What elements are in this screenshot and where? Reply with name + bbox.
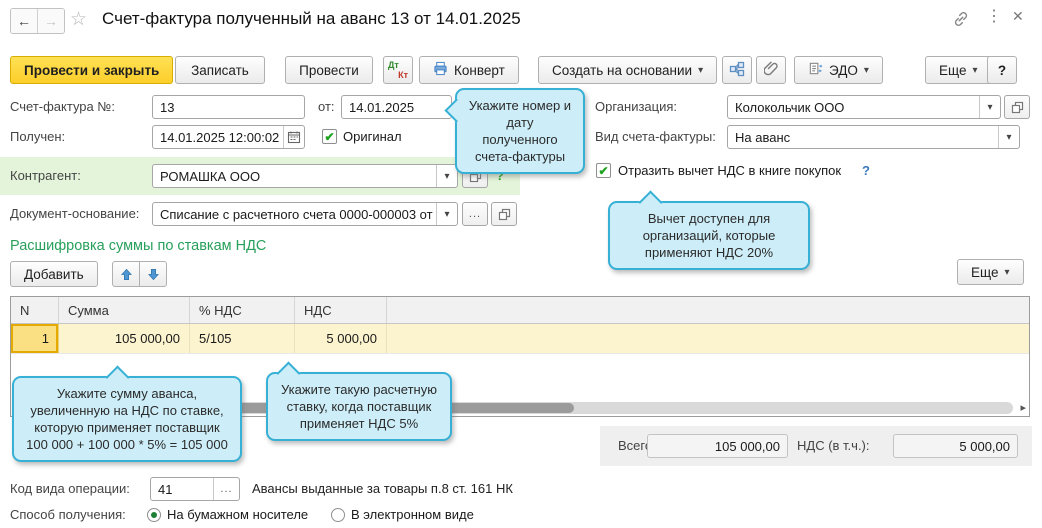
col-header-amount[interactable]: Сумма (59, 297, 190, 323)
toolbar-more-button[interactable]: Еще ▾ (925, 56, 992, 84)
chevron-down-icon: ▾ (972, 64, 978, 76)
reflect-deduction-checkbox[interactable]: ✔ (596, 163, 611, 178)
post-button[interactable]: Провести (285, 56, 373, 84)
chevron-down-icon[interactable]: ▾ (998, 126, 1019, 148)
choose-icon[interactable]: ... (213, 478, 239, 500)
create-based-on-button[interactable]: Создать на основании ▾ (538, 56, 718, 84)
radio-electronic-label: В электронном виде (351, 507, 474, 522)
chevron-down-icon: ▾ (698, 64, 704, 76)
base-document-select[interactable]: Списание с расчетного счета 0000-000003 … (152, 202, 458, 226)
operation-code-label: Код вида операции: (10, 481, 130, 496)
close-icon[interactable]: ✕ (1012, 8, 1024, 25)
callout-deduction: Вычет доступен для организаций, которые … (608, 190, 810, 270)
get-link-icon[interactable] (952, 10, 970, 31)
invoice-kind-label: Вид счета-фактуры: (595, 129, 716, 144)
edo-button[interactable]: ЭДО ▾ (794, 56, 883, 84)
envelope-print-button[interactable]: Конверт (419, 56, 519, 84)
related-documents-button[interactable] (722, 56, 752, 84)
dtkt-icon: Дт Кт (388, 60, 408, 80)
move-up-button[interactable] (112, 261, 140, 287)
scroll-right-icon[interactable]: ▸ (1020, 402, 1026, 414)
contractor-label: Контрагент: (10, 168, 81, 183)
back-icon[interactable]: ← (11, 9, 38, 33)
original-checkbox[interactable]: ✔ (322, 129, 337, 144)
attachments-button[interactable] (756, 56, 786, 84)
dtkt-button[interactable]: Дт Кт (383, 56, 413, 84)
chevron-down-icon: ▾ (863, 64, 869, 76)
arrow-up-icon (120, 268, 132, 280)
invoice-date-input[interactable]: 14.01.2025 (341, 95, 452, 119)
invoice-number-input[interactable]: 13 (152, 95, 305, 119)
reflect-deduction-help-link[interactable]: ? (862, 159, 870, 183)
invoice-kind-select[interactable]: На аванс ▾ (727, 125, 1020, 149)
callout-amount: Укажите сумму аванса, увеличенную на НДС… (12, 365, 242, 462)
col-header-rate[interactable]: % НДС (190, 297, 295, 323)
col-header-filler (387, 297, 1029, 323)
cell-vat[interactable]: 5 000,00 (295, 324, 387, 353)
total-value: 105 000,00 (647, 434, 788, 458)
original-checkbox-label: Оригинал (343, 129, 402, 144)
cell-rate[interactable]: 5/105 (190, 324, 295, 353)
cell-filler (387, 324, 1029, 353)
base-document-open-button[interactable] (491, 202, 517, 226)
table-more-button[interactable]: Еще ▾ (957, 259, 1024, 285)
radio-paper[interactable] (147, 508, 161, 522)
page-title: Счет-фактура полученный на аванс 13 от 1… (102, 9, 521, 28)
vat-section-title: Расшифровка суммы по ставкам НДС (10, 238, 267, 254)
chevron-down-icon[interactable]: ▾ (979, 96, 1000, 118)
open-icon (498, 208, 510, 220)
col-header-n[interactable]: N (11, 297, 59, 323)
cell-n[interactable]: 1 (11, 324, 59, 353)
callout-rate: Укажите такую расчетную ставку, когда по… (266, 361, 452, 441)
chevron-down-icon[interactable]: ▾ (436, 165, 457, 187)
operation-code-input[interactable]: 41 ... (150, 477, 240, 501)
organization-select[interactable]: Колокольчик ООО ▾ (727, 95, 1001, 119)
forward-icon[interactable]: → (38, 9, 64, 33)
received-label: Получен: (10, 129, 66, 144)
arrow-down-icon (147, 268, 159, 280)
radio-paper-label: На бумажном носителе (167, 507, 309, 522)
chevron-down-icon: ▾ (1004, 266, 1010, 278)
move-down-button[interactable] (139, 261, 167, 287)
reflect-deduction-label: Отразить вычет НДС в книге покупок (618, 163, 842, 178)
edo-icon (808, 61, 823, 79)
from-label: от: (318, 99, 335, 114)
receipt-method-label: Способ получения: (10, 507, 126, 522)
base-document-choose-button[interactable]: ... (462, 202, 488, 226)
organization-label: Организация: (595, 99, 678, 114)
paperclip-icon (763, 61, 778, 80)
vat-total-value: 5 000,00 (893, 434, 1018, 458)
organization-open-button[interactable] (1004, 95, 1030, 119)
vat-total-label: НДС (в т.ч.): (797, 438, 870, 453)
chevron-down-icon[interactable]: ▾ (436, 203, 457, 225)
invoice-number-label: Счет-фактура №: (10, 99, 115, 114)
save-button[interactable]: Записать (175, 56, 265, 84)
col-header-vat[interactable]: НДС (295, 297, 387, 323)
contractor-select[interactable]: РОМАШКА ООО ▾ (152, 164, 458, 188)
callout-number-date: Укажите номер и дату полученного счета-ф… (444, 88, 585, 174)
add-row-button[interactable]: Добавить (10, 261, 98, 287)
table-row[interactable]: 1 105 000,00 5/105 5 000,00 (11, 324, 1029, 354)
window-menu-icon[interactable]: ⋮ (986, 6, 1002, 26)
open-icon (1011, 101, 1023, 113)
vat-table-header: N Сумма % НДС НДС (11, 297, 1029, 324)
help-button[interactable]: ? (987, 56, 1017, 84)
received-datetime-input[interactable]: 14.01.2025 12:00:02 (152, 125, 305, 149)
nav-history-group[interactable]: ← → (10, 8, 65, 34)
base-document-label: Документ-основание: (10, 206, 140, 221)
radio-electronic[interactable] (331, 508, 345, 522)
printer-icon (433, 61, 448, 79)
operation-code-description: Авансы выданные за товары п.8 ст. 161 НК (252, 481, 513, 496)
cell-amount[interactable]: 105 000,00 (59, 324, 190, 353)
structure-icon (729, 61, 745, 80)
post-and-close-button[interactable]: Провести и закрыть (10, 56, 174, 84)
calendar-icon[interactable] (283, 126, 304, 148)
favorite-star-icon[interactable]: ☆ (70, 8, 87, 31)
